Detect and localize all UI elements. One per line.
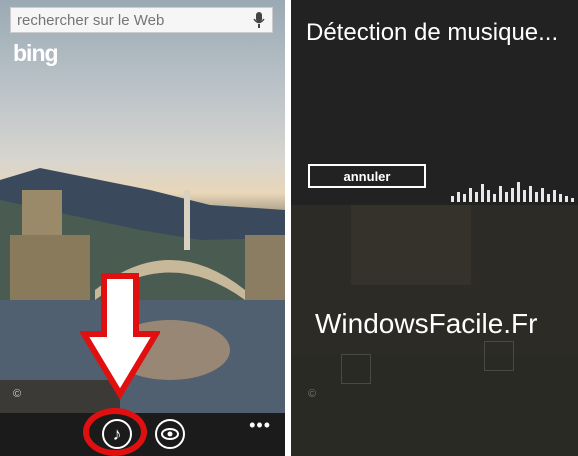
highlight-circle — [83, 408, 147, 456]
search-input[interactable] — [17, 11, 237, 29]
watermark-text: WindowsFacile.Fr — [315, 308, 538, 339]
bing-logo: bing — [13, 40, 59, 66]
arrow-down-annotation-icon — [80, 273, 160, 400]
microphone-icon[interactable] — [252, 11, 266, 29]
page-title: Détection de musique... — [306, 19, 559, 46]
web-search-box[interactable] — [10, 7, 273, 33]
cancel-button[interactable]: annuler — [308, 164, 426, 188]
placeholder-square — [484, 341, 514, 371]
eye-icon — [161, 428, 179, 440]
placeholder-square — [341, 354, 371, 384]
bing-home-screen: bing © ♪ ••• — [0, 0, 285, 456]
more-menu-button[interactable]: ••• — [249, 415, 271, 436]
copyright-icon: © — [308, 388, 317, 400]
music-detection-screen: Détection de musique... annuler WindowsF… — [291, 0, 578, 456]
vision-search-button[interactable] — [155, 419, 185, 449]
audio-equalizer-icon — [451, 182, 574, 202]
copyright-icon[interactable]: © — [13, 388, 21, 400]
